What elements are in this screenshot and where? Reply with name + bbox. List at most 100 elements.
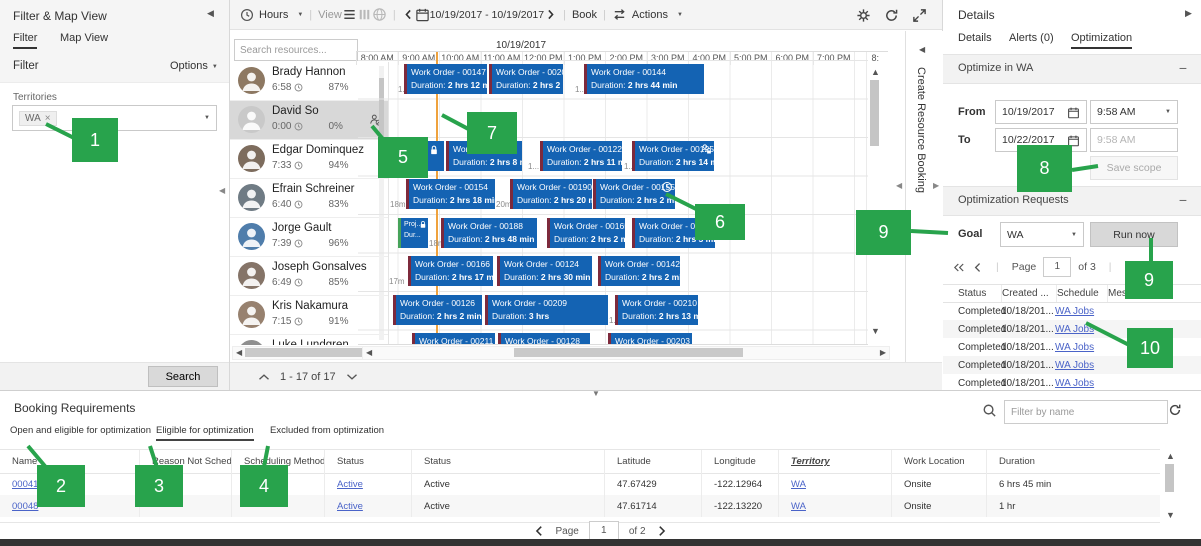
column-status-1[interactable]: Status [325, 450, 412, 473]
expand-icon[interactable] [912, 8, 927, 23]
column-name[interactable]: Name [0, 450, 140, 473]
project-booking-block[interactable]: Proj... Dur... [398, 218, 428, 248]
gantt-view-icon[interactable] [357, 7, 372, 22]
column-reason-not-scheduled[interactable]: Reason Not Scheduled [140, 450, 232, 473]
requests-section-header[interactable]: Optimization Requests − [943, 186, 1201, 216]
column-latitude[interactable]: Latitude [605, 450, 702, 473]
booking-name-link[interactable]: 00041 [12, 479, 38, 490]
splitter-right-icon[interactable]: ▶ [933, 181, 939, 190]
book-button[interactable]: Book [572, 9, 597, 21]
tab-optimization[interactable]: Optimization [1071, 32, 1132, 49]
scroll-up-icon[interactable]: ▲ [1166, 452, 1175, 461]
page-down-icon[interactable] [346, 372, 358, 382]
booking-name-link[interactable]: 00048 [12, 501, 38, 512]
request-row[interactable]: Completed 10/18/201... WA Jobs [943, 338, 1201, 356]
calendar-icon[interactable] [1067, 106, 1080, 119]
next-page-icon[interactable] [1125, 262, 1135, 273]
territory-link[interactable]: WA [791, 479, 806, 490]
scroll-up-icon[interactable]: ▲ [871, 68, 880, 77]
schedule-link[interactable]: WA Jobs [1055, 342, 1094, 353]
to-date-input[interactable]: 10/22/2017 [995, 128, 1087, 152]
to-time-input[interactable]: 9:58 AM [1090, 128, 1178, 152]
booking-bar[interactable]: Work Order - 00166 Duration: 2 hrs 17 mi… [408, 256, 493, 286]
booking-bar[interactable]: Work Order - 00144 Duration: 2 hrs 44 mi… [584, 64, 704, 94]
column-schedule[interactable]: Schedule [1057, 285, 1108, 302]
booking-bar[interactable]: Work Order - 00211 Duration: [412, 333, 495, 345]
previous-page-icon[interactable] [973, 262, 983, 273]
booking-bar[interactable]: Work Order - 00209 Duration: 3 hrs [485, 295, 608, 325]
scroll-right-icon[interactable]: ▶ [880, 347, 886, 359]
locked-booking-block[interactable] [420, 141, 444, 171]
territory-link[interactable]: WA [791, 501, 806, 512]
booking-bar[interactable]: Work Order - 00125 Duration: 2 hrs 14 mi… [632, 141, 714, 171]
run-now-button[interactable]: Run now [1090, 222, 1178, 247]
goal-select[interactable]: WA ▼ [1000, 222, 1084, 247]
date-range-label[interactable]: 10/19/2017 - 10/19/2017 [430, 9, 544, 21]
booking-bar[interactable]: Work Order - 00122 Duration: 2 hrs 11 mi… [540, 141, 622, 171]
booking-bar[interactable]: Work Order - 00147 Duration: 2 hrs 12 mi… [404, 64, 487, 94]
tab-details[interactable]: Details [958, 32, 992, 44]
gantt-area[interactable]: 1...1...1...1...18m20m18m17m1... Proj...… [358, 52, 868, 345]
booking-bar[interactable]: Work Order - 00188 Duration: 2 hrs 48 mi… [441, 218, 537, 248]
splitter-left-icon[interactable]: ◀ [896, 181, 902, 190]
first-page-icon[interactable] [952, 262, 966, 273]
schedule-link[interactable]: WA Jobs [1055, 360, 1094, 371]
column-duration[interactable]: Duration [987, 450, 1160, 473]
next-day-icon[interactable] [544, 8, 557, 21]
booking-row[interactable]: 00041 Active Active 47.67429 -122.12964 … [0, 473, 1160, 495]
create-resource-booking-strip[interactable]: ◀ Create Resource Booking ◀ ▶ [905, 31, 943, 390]
collapse-section-icon[interactable]: − [1179, 60, 1187, 76]
booking-bar[interactable]: Work Order - 00141 Duration: 2 hrs 5 min [632, 218, 715, 248]
search-resources-input[interactable] [234, 39, 358, 61]
collapse-details-icon[interactable]: ▶ [1185, 8, 1192, 19]
tab-open-and-eligible[interactable]: Open and eligible for optimization [10, 425, 151, 436]
previous-day-icon[interactable] [402, 8, 415, 21]
scroll-down-icon[interactable]: ▼ [1166, 511, 1175, 520]
status-link[interactable]: Active [337, 479, 363, 490]
booking-bar[interactable]: Work Order - 00128 Duration: [498, 333, 590, 345]
panel-splitter-icon[interactable]: ◀ [219, 186, 225, 195]
request-row[interactable]: Completed 10/18/201... WA Jobs [943, 320, 1201, 338]
last-page-icon[interactable] [1142, 262, 1156, 273]
filter-by-name-input[interactable] [1004, 400, 1168, 424]
booking-bar[interactable]: Work Order - 00124 Duration: 2 hrs 30 mi… [497, 256, 592, 286]
booking-bar[interactable]: Work Order - 00203 Duration: [608, 333, 692, 345]
scroll-left-icon[interactable]: ◀ [236, 347, 242, 359]
map-view-icon[interactable] [372, 7, 387, 22]
booking-bar[interactable]: Work Order - 00126 Duration: 2 hrs 2 min [393, 295, 482, 325]
collapse-strip-icon[interactable]: ◀ [919, 45, 925, 54]
next-page-icon[interactable] [656, 525, 667, 537]
booking-bar[interactable]: Work Order - 00190 Duration: 2 hrs 20 mi… [510, 179, 592, 209]
page-up-icon[interactable] [258, 372, 270, 382]
refresh-icon[interactable] [1168, 403, 1182, 417]
page-number-input[interactable]: 1 [589, 521, 619, 541]
page-number-input[interactable]: 1 [1043, 257, 1071, 277]
tab-alerts[interactable]: Alerts (0) [1009, 32, 1054, 44]
gantt-vscrollbar[interactable]: ▲ ▼ [868, 66, 881, 338]
request-row[interactable]: Completed 10/18/201... WA Jobs [943, 374, 1201, 390]
booking-row[interactable]: 00048 Active Active 47.61714 -122.13220 … [0, 495, 1160, 517]
booking-table-scrollbar[interactable]: ▲ ▼ [1163, 451, 1176, 521]
hours-scale-button[interactable]: Hours ▼ [240, 8, 303, 22]
scroll-left-icon[interactable]: ◀ [366, 347, 372, 359]
booking-bar[interactable]: Work Order - 00165 Duration: 2 hrs 2 min [547, 218, 625, 248]
calendar-icon[interactable] [1067, 134, 1080, 147]
column-status[interactable]: Status [943, 285, 1002, 302]
booking-bar[interactable]: Work Order - 00206 Duration: 2 hrs 2 min [489, 64, 563, 94]
list-view-icon[interactable] [342, 7, 357, 22]
schedule-link[interactable]: WA Jobs [1055, 306, 1094, 317]
previous-page-icon[interactable] [534, 525, 545, 537]
column-work-location[interactable]: Work Location [892, 450, 987, 473]
search-button[interactable]: Search [148, 366, 218, 387]
tab-map-view[interactable]: Map View [60, 32, 108, 44]
column-status-2[interactable]: Status [412, 450, 605, 473]
tab-filter[interactable]: Filter [13, 32, 37, 49]
collapse-section-icon[interactable]: − [1179, 192, 1187, 208]
booking-bar[interactable]: Work Order - 00142 Duration: 2 hrs 2 min [598, 256, 680, 286]
actions-button[interactable]: Actions ▼ [612, 7, 683, 22]
schedule-link[interactable]: WA Jobs [1055, 378, 1094, 389]
column-message[interactable]: Message [1108, 285, 1201, 302]
gantt-hscrollbar[interactable]: ◀ ▶ [362, 346, 890, 360]
territory-tag[interactable]: WA × [19, 111, 57, 126]
request-row[interactable]: Completed 10/18/201... WA Jobs [943, 302, 1201, 320]
